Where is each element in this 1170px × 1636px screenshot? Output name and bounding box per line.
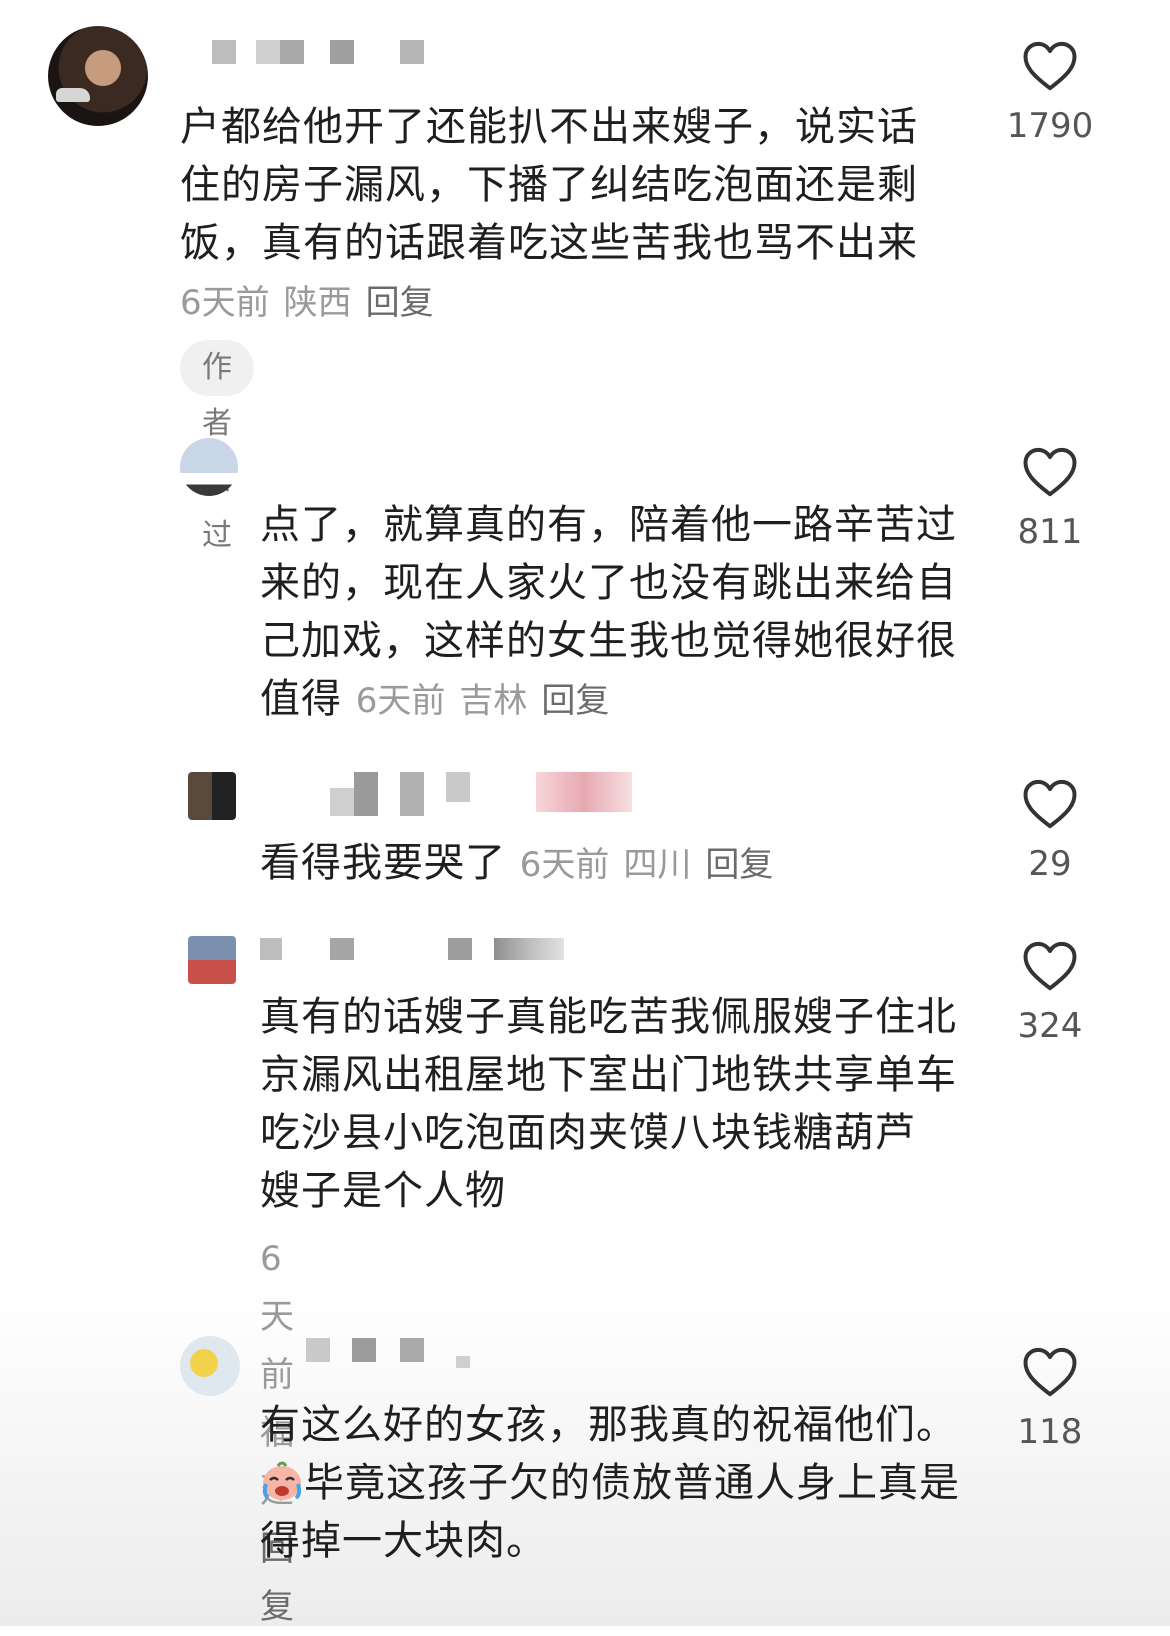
username-pixelated[interactable] [260,938,570,964]
comment-time: 6天前 [260,1239,294,1395]
like-count: 1790 [1006,106,1094,146]
like-button[interactable]: 324 [1000,940,1100,1046]
like-count: 324 [1017,1006,1083,1046]
heart-outline-icon [1023,779,1077,829]
reply-button[interactable]: 回复 [366,283,434,323]
crying-emoji-icon [262,1461,302,1500]
author-liked-badge: 作者赞过 [180,340,254,553]
comment-meta: 6天前 四川 回复 [520,845,788,885]
like-count: 29 [1028,844,1072,884]
comment-text: 户都给他开了还能扒不出来嫂子，说实话住的房子漏风，下播了纠结吃泡面还是剩饭，真有… [180,104,918,323]
comment-location: 四川 [623,845,692,885]
avatar[interactable] [180,1336,240,1396]
like-count: 118 [1017,1412,1083,1452]
like-button[interactable]: 29 [1000,778,1100,884]
reply-button[interactable]: 回复 [705,845,773,885]
username-pixelated[interactable] [330,772,640,818]
comment-time: 6天前 [180,283,270,323]
like-button[interactable]: 811 [1000,446,1100,552]
comment-time: 6天前 [355,681,446,721]
heart-outline-icon [1023,41,1077,91]
avatar[interactable] [188,772,236,820]
username-pixelated[interactable] [212,40,427,66]
username-pixelated[interactable] [306,1338,476,1368]
heart-outline-icon [1023,447,1077,497]
avatar[interactable] [180,438,238,496]
comment-text: 真有的话嫂子真能吃苦我佩服嫂子住北京漏风出租屋地下室出门地铁共享单车吃沙县小吃泡… [260,994,957,1214]
comment-text: 有这么好的女孩，那我真的祝福他们。毕竟这孩子欠的债放普通人身上真是得掉一大块肉。 [260,1402,960,1564]
avatar[interactable] [188,936,236,984]
avatar[interactable] [48,26,148,126]
comment-time: 6天前 [519,845,610,885]
comment-meta: 6天前 吉林 回复 [356,681,624,721]
like-count: 811 [1017,512,1083,552]
heart-outline-icon [1023,941,1077,991]
like-button[interactable]: 1790 [1000,40,1100,146]
like-button[interactable]: 118 [1000,1346,1100,1452]
comment-text: 看得我要哭了 6天前 四川 回复 [260,834,965,894]
comment-location: 陕西 [283,283,352,323]
reply-button[interactable]: 回复 [541,681,609,721]
comment-location: 吉林 [459,681,528,721]
comment-meta: 6天前 陕西 回复 [180,283,448,323]
heart-outline-icon [1023,1347,1077,1397]
comment-text: 点了，就算真的有，陪着他一路辛苦过来的，现在人家火了也没有跳出来给自己加戏，这样… [260,502,957,722]
